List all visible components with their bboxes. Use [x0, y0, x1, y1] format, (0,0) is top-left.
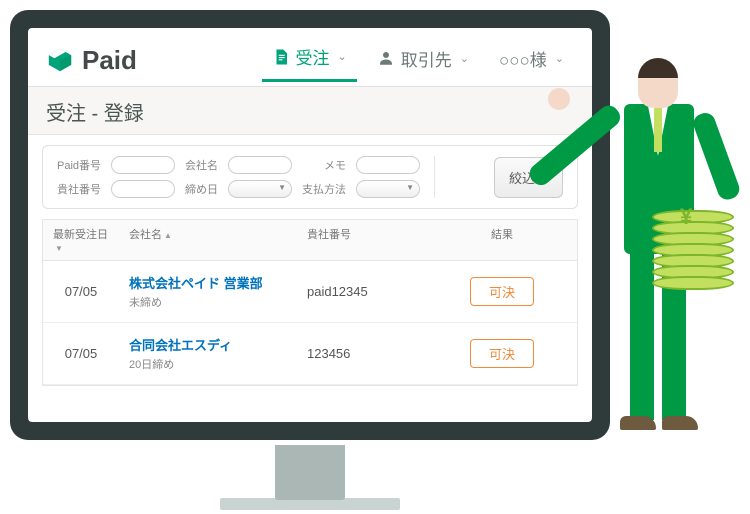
document-icon [272, 48, 290, 66]
coin-stack-icon: ¥ [652, 210, 738, 296]
closing-sub: 未締め [129, 294, 287, 310]
cell-company: 株式会社ペイド 営業部 未締め [119, 273, 297, 310]
filter-memo-input[interactable] [356, 156, 420, 174]
table-row[interactable]: 07/05 合同会社エスディ 20日締め 123456 可決 [43, 323, 577, 385]
nav-user-label: ○○○様 [499, 46, 547, 71]
company-link[interactable]: 株式会社ペイド 営業部 [129, 273, 287, 292]
cell-date: 07/05 [43, 284, 119, 299]
cell-your-no: 123456 [297, 346, 427, 361]
closing-sub: 20日締め [129, 356, 287, 372]
company-link[interactable]: 合同会社エスディ [129, 335, 287, 354]
filter-your-no-label: 貴社番号 [57, 181, 101, 197]
filter-company-input[interactable] [228, 156, 292, 174]
yen-icon: ¥ [680, 204, 692, 230]
nav-orders[interactable]: 受注 ⌄ [262, 38, 357, 82]
nav-partners-label: 取引先 [401, 46, 452, 71]
nav-orders-label: 受注 [296, 44, 330, 69]
sort-desc-icon: ▼ [55, 244, 63, 253]
filter-paid-no-input[interactable] [111, 156, 175, 174]
filter-closing-label: 締め日 [185, 181, 218, 197]
chevron-down-icon: ⌄ [555, 52, 564, 65]
nav-partners[interactable]: 取引先 ⌄ [367, 40, 479, 81]
divider [434, 156, 435, 198]
top-navbar: Paid 受注 ⌄ 取引先 ⌄ ○○○様 ⌄ [28, 28, 592, 87]
th-date[interactable]: 最新受注日▼ [43, 220, 119, 260]
th-your-no: 貴社番号 [297, 220, 427, 260]
person-icon [377, 49, 395, 67]
paid-logo-icon [46, 46, 74, 74]
filter-paid-no-label: Paid番号 [57, 157, 101, 173]
cell-company: 合同会社エスディ 20日締め [119, 335, 297, 372]
filter-your-no-input[interactable] [111, 180, 175, 198]
cell-your-no: paid12345 [297, 284, 427, 299]
cell-result: 可決 [427, 277, 577, 306]
filter-memo-label: メモ [302, 157, 346, 173]
cell-date: 07/05 [43, 346, 119, 361]
filter-panel: Paid番号 会社名 メモ 貴社番号 締め日 支払方法 絞込み [42, 145, 578, 209]
filter-payment-label: 支払方法 [302, 181, 346, 197]
status-badge-approved[interactable]: 可決 [470, 277, 534, 306]
chevron-down-icon: ⌄ [338, 50, 347, 63]
brand-name: Paid [82, 45, 137, 76]
filter-closing-select[interactable] [228, 180, 292, 198]
filter-company-label: 会社名 [185, 157, 218, 173]
nav-user-menu[interactable]: ○○○様 ⌄ [489, 40, 574, 81]
sort-asc-icon: ▲ [164, 231, 172, 240]
th-result: 結果 [427, 220, 577, 260]
brand-logo: Paid [46, 45, 137, 76]
orders-table: 最新受注日▼ 会社名▲ 貴社番号 結果 07/05 株式会社ペイド 営業部 未締… [42, 219, 578, 386]
chevron-down-icon: ⌄ [460, 52, 469, 65]
th-company[interactable]: 会社名▲ [119, 220, 297, 260]
filter-payment-select[interactable] [356, 180, 420, 198]
table-header: 最新受注日▼ 会社名▲ 貴社番号 結果 [43, 220, 577, 261]
table-row[interactable]: 07/05 株式会社ペイド 営業部 未締め paid12345 可決 [43, 261, 577, 323]
status-badge-approved[interactable]: 可決 [470, 339, 534, 368]
cell-result: 可決 [427, 339, 577, 368]
page-title: 受注 - 登録 [28, 87, 592, 135]
